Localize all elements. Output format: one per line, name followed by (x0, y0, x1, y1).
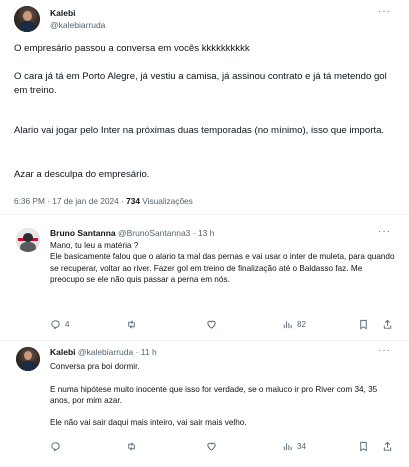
reply-button[interactable]: 4 (50, 319, 69, 330)
views-count: 82 (297, 320, 306, 329)
reply-tweet: Bruno Santanna @BrunoSantanna3 · 13 h ··… (0, 216, 409, 341)
reply-author-handle[interactable]: @kalebiarruda (78, 347, 133, 357)
more-options-button[interactable]: ··· (378, 345, 391, 356)
reply-tweet: Kalebi @kalebiarruda · 11 h ··· Conversa… (0, 341, 409, 467)
reply-button[interactable] (50, 441, 65, 452)
retweet-icon (128, 320, 135, 329)
views-count: 734 (126, 196, 140, 206)
reply-actions: 34 (50, 441, 395, 453)
reply-author-handle[interactable]: @BrunoSantanna3 (118, 228, 190, 238)
share-icon (383, 319, 392, 329)
tweet-paragraph-1: O empresário passou a conversa em vocês … (14, 43, 250, 54)
reply-time[interactable]: · 11 h (133, 347, 157, 357)
main-tweet: Kalebi @kalebiarruda ··· O empresário pa… (0, 0, 409, 215)
retweet-button[interactable] (126, 441, 141, 452)
reply-header: Kalebi @kalebiarruda · 11 h (50, 347, 157, 357)
tweet-meta: 6:36 PM · 17 de jan de 2024 · 734 Visual… (14, 196, 193, 206)
share-button[interactable] (382, 319, 393, 330)
author-handle[interactable]: @kalebiarruda (50, 20, 105, 30)
reply-icon (51, 442, 60, 452)
more-options-button[interactable]: ··· (378, 6, 391, 17)
views-button[interactable]: 34 (282, 441, 306, 452)
bookmark-button[interactable] (358, 441, 369, 452)
reply-icon (51, 320, 60, 330)
tweet-paragraph-2: O cara já tá em Porto Alegre, já vestiu … (14, 71, 387, 96)
like-button[interactable] (206, 319, 221, 330)
reply-text: Conversa pra boi dormir. E numa hipótese… (50, 362, 378, 428)
tweet-paragraph-3: Alario vai jogar pelo Inter na próximas … (14, 125, 385, 136)
reply-author-name[interactable]: Bruno Santanna (50, 228, 116, 238)
share-icon (383, 441, 392, 451)
views-button[interactable]: 82 (282, 319, 306, 330)
heart-icon (207, 320, 216, 329)
bookmark-icon (360, 441, 367, 452)
views-icon (283, 321, 292, 329)
author-name[interactable]: Kalebi (50, 8, 76, 18)
reply-author-name[interactable]: Kalebi (50, 347, 76, 357)
heart-icon (207, 442, 216, 451)
tweet-paragraph-4: Azar a desculpa do empresário. (14, 169, 150, 180)
bookmark-icon (360, 319, 367, 330)
reply-count: 4 (65, 320, 70, 329)
reply-time[interactable]: · 13 h (190, 228, 215, 238)
views-icon (283, 443, 292, 451)
views-count: 34 (297, 442, 306, 451)
tweet-timestamp[interactable]: 6:36 PM · 17 de jan de 2024 · (14, 196, 126, 206)
reply-text: Mano, tu leu a matéria ? Ele basicamente… (50, 241, 395, 284)
views-label: Visualizações (139, 196, 193, 206)
bookmark-button[interactable] (358, 319, 369, 330)
reply-avatar[interactable] (16, 347, 40, 371)
reply-avatar[interactable] (16, 228, 40, 252)
more-options-button[interactable]: ··· (378, 226, 391, 237)
retweet-icon (128, 442, 135, 451)
reply-actions: 4 82 (50, 319, 395, 331)
retweet-button[interactable] (126, 319, 141, 330)
share-button[interactable] (382, 441, 393, 452)
author-avatar[interactable] (14, 6, 40, 32)
reply-header: Bruno Santanna @BrunoSantanna3 · 13 h (50, 228, 215, 238)
like-button[interactable] (206, 441, 221, 452)
